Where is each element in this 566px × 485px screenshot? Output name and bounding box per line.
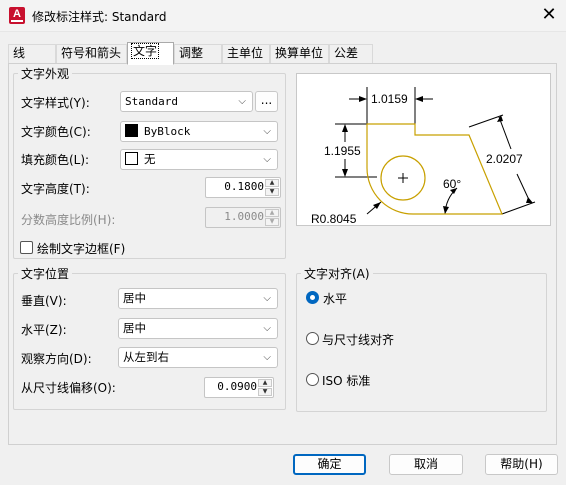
vertical-label: 垂直(V): — [21, 294, 67, 308]
fill-color-label: 填充颜色(L): — [21, 153, 90, 167]
chevron-down-icon: ⌵ — [238, 96, 246, 107]
text-color-value: ByBlock — [144, 125, 191, 138]
tab-label: 换算单位 — [275, 46, 324, 60]
fill-color-select[interactable]: 无 ⌵ — [120, 149, 278, 170]
text-placement-title: 文字位置 — [18, 265, 73, 282]
radius-text: R0.8045 — [311, 212, 357, 225]
text-color-label: 文字颜色(C): — [21, 125, 91, 139]
horizontal-label: 水平(Z): — [21, 323, 67, 337]
chevron-down-icon: ⌵ — [263, 352, 271, 363]
align-with-dim-line-radio[interactable] — [306, 332, 319, 345]
vertical-value: 居中 — [123, 291, 146, 305]
chevron-down-icon: ⌵ — [263, 293, 271, 304]
tab-label: 线 — [13, 46, 26, 60]
tab-lines[interactable]: 线 — [8, 44, 56, 64]
tab-tolerances[interactable]: 公差 — [329, 44, 373, 64]
text-height-label: 文字高度(T): — [21, 182, 90, 196]
cancel-button[interactable]: 取消 — [389, 454, 463, 475]
text-height-value: 0.1800 — [224, 180, 264, 193]
offset-value: 0.0900 — [217, 380, 257, 393]
fraction-height-scale-spinner: 1.0000 ▲ ▼ — [205, 207, 281, 228]
chevron-down-icon: ⌵ — [263, 323, 271, 334]
tab-symbols-arrows[interactable]: 符号和箭头 — [56, 44, 127, 64]
horizontal-value: 居中 — [123, 321, 146, 335]
align-horizontal-radio[interactable] — [306, 291, 319, 304]
tab-primary-units[interactable]: 主单位 — [222, 44, 270, 64]
horizontal-select[interactable]: 居中 ⌵ — [118, 318, 278, 339]
ok-button[interactable]: 确定 — [293, 454, 366, 475]
autocad-app-icon: A — [9, 7, 25, 24]
color-swatch-none — [125, 152, 138, 165]
text-height-spinner[interactable]: 0.1800 ▲ ▼ — [205, 177, 281, 198]
align-iso-standard-radio[interactable] — [306, 373, 319, 386]
angle-text: 60° — [443, 177, 461, 191]
part-outline — [366, 123, 503, 215]
tab-label: 调整 — [179, 46, 204, 60]
close-icon: ✕ — [541, 4, 557, 25]
tab-label: 符号和箭头 — [61, 46, 122, 60]
tab-text[interactable]: 文字 — [127, 42, 174, 65]
chevron-down-icon: ⌵ — [263, 126, 271, 137]
align-with-dim-line-label[interactable]: 与尺寸线对齐 — [322, 331, 394, 348]
title-bar: A 修改标注样式: Standard ✕ — [0, 0, 566, 32]
text-alignment-title: 文字对齐(A) — [301, 265, 373, 282]
align-iso-standard-label[interactable]: ISO 标准 — [322, 372, 370, 389]
text-style-browse-button[interactable]: ... — [255, 91, 278, 112]
preview-drawing: 1.0159 1.1955 2.0207 60° R0.8045 — [311, 87, 536, 226]
spin-down-icon[interactable]: ▼ — [265, 188, 279, 196]
window-title: 修改标注样式: Standard — [32, 10, 167, 24]
align-horizontal-label[interactable]: 水平 — [323, 290, 347, 307]
dim-right-text: 2.0207 — [486, 152, 523, 166]
text-style-select[interactable]: Standard ⌵ — [120, 91, 253, 112]
spin-up-icon[interactable]: ▲ — [265, 179, 279, 187]
spin-down-icon[interactable]: ▼ — [258, 388, 272, 396]
tab-alternate-units[interactable]: 换算单位 — [270, 44, 329, 64]
draw-frame-label[interactable]: 绘制文字边框(F) — [37, 240, 125, 257]
draw-frame-checkbox[interactable] — [20, 241, 33, 254]
text-appearance-title: 文字外观 — [18, 65, 73, 82]
text-color-select[interactable]: ByBlock ⌵ — [120, 121, 278, 142]
dim-left-text: 1.1955 — [324, 144, 361, 158]
chevron-down-icon: ⌵ — [263, 154, 271, 165]
view-direction-label: 观察方向(D): — [21, 352, 92, 366]
view-direction-select[interactable]: 从左到右 ⌵ — [118, 347, 278, 368]
fraction-height-scale-value: 1.0000 — [224, 210, 264, 223]
offset-from-dim-line-label: 从尺寸线偏移(O): — [21, 381, 116, 395]
tab-label: 文字 — [130, 43, 160, 59]
offset-from-dim-line-spinner[interactable]: 0.0900 ▲ ▼ — [204, 377, 274, 398]
fraction-height-scale-label: 分数高度比例(H): — [21, 213, 116, 227]
dimension-preview: 1.0159 1.1955 2.0207 60° R0.8045 — [296, 73, 551, 226]
spin-up-icon: ▲ — [265, 209, 279, 217]
spin-down-icon: ▼ — [265, 218, 279, 226]
view-direction-value: 从左到右 — [123, 350, 169, 364]
fill-color-value: 无 — [144, 152, 156, 166]
help-button[interactable]: 帮助(H) — [485, 454, 558, 475]
text-style-value: Standard — [125, 95, 178, 108]
tab-label: 公差 — [334, 46, 359, 60]
tab-label: 主单位 — [227, 46, 264, 60]
close-button[interactable]: ✕ — [537, 4, 561, 28]
vertical-select[interactable]: 居中 ⌵ — [118, 288, 278, 309]
spin-up-icon[interactable]: ▲ — [258, 379, 272, 387]
text-style-label: 文字样式(Y): — [21, 96, 90, 110]
dim-top-text: 1.0159 — [371, 92, 408, 106]
color-swatch-black — [125, 124, 138, 137]
tab-fit[interactable]: 调整 — [174, 44, 222, 64]
